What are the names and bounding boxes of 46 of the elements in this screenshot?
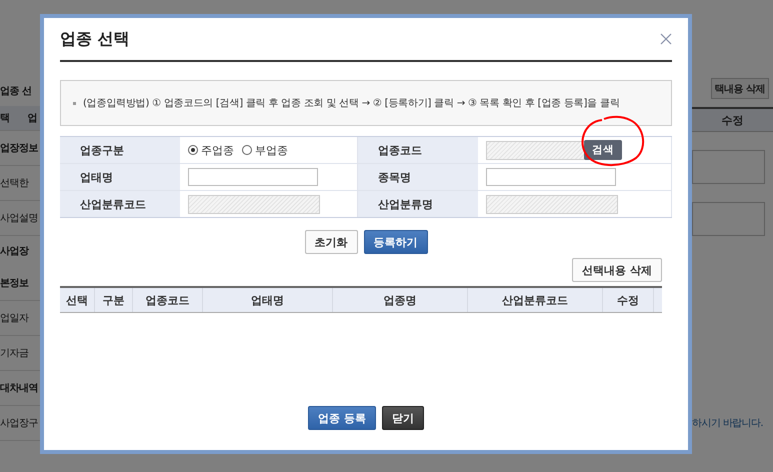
background-text: 업일자 (0, 312, 28, 325)
register-button[interactable]: 등록하기 (364, 230, 428, 254)
close-button[interactable]: 닫기 (382, 406, 424, 430)
field-label: 업종구분 (60, 137, 180, 163)
input-field[interactable] (486, 168, 616, 186)
close-icon[interactable] (660, 33, 672, 45)
table-header-cell: 수정 (603, 288, 654, 312)
table-header-cell: 업태명 (203, 288, 333, 312)
input-field[interactable] (188, 168, 318, 186)
field-label: 업태명 (60, 164, 180, 190)
field-label: 산업분류명 (358, 191, 478, 217)
register-button[interactable]: 업종 등록 (308, 406, 376, 430)
background-text: 사업장구 (0, 417, 38, 430)
background-text: 기자금 (0, 347, 28, 360)
field-label: 산업분류코드 (60, 191, 180, 217)
background-text: 택 (0, 112, 10, 125)
radio-icon[interactable] (188, 145, 198, 155)
background-text: 업 (28, 112, 37, 125)
radio-icon[interactable] (242, 145, 252, 155)
background-text: 업종 선 (0, 85, 32, 98)
text-area[interactable] (692, 150, 765, 184)
table-header-cell: 구분 (95, 288, 133, 312)
background-text: 사업설명 (0, 212, 38, 225)
bullet-icon (73, 102, 76, 104)
table-header-cell: 업종명 (333, 288, 468, 312)
reset-button[interactable]: 초기화 (304, 230, 358, 254)
instruction-text: (업종입력방법) ① 업종코드의 [검색] 클릭 후 업종 조회 및 선택 → ② [등록하기] 클릭 → ③ 목록 확인 후 [업종 등록]을 클릭 (83, 97, 620, 110)
background-text: 사업장 (0, 245, 28, 258)
table-header-cell: 선택 (60, 288, 95, 312)
search-button[interactable]: 검색 (584, 140, 622, 160)
text-area[interactable] (692, 202, 765, 236)
delete-selection-button[interactable]: 선택내용 삭제 (572, 258, 662, 282)
background-text: 선택한 (0, 177, 28, 190)
background-text: 본정보 (0, 277, 28, 290)
field-label: 종목명 (358, 164, 478, 190)
radio-option[interactable]: 부업종 (242, 142, 288, 158)
field-label: 업종코드 (358, 137, 478, 163)
table-header-cell: 산업분류코드 (468, 288, 603, 312)
background-text: 업장정보 (0, 142, 38, 155)
radio-option[interactable]: 주업종 (188, 142, 234, 158)
background-text: 대차내역 (0, 382, 38, 395)
table-header-cell: 수정 (692, 107, 773, 132)
delete-selection-button[interactable]: 택내용 삭제 (710, 78, 769, 99)
dialog-title: 업종 선택 (60, 28, 130, 50)
table-header-cell: 업종코드 (133, 288, 203, 312)
notice-text: 하시기 바랍니다. (692, 417, 764, 430)
